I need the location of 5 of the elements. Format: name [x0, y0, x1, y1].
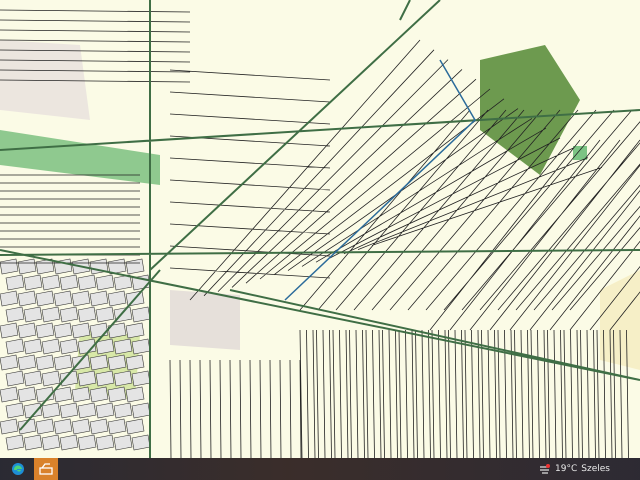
weather-icon: [539, 464, 552, 474]
temperature-text: 19°C: [555, 464, 578, 474]
weather-condition-text: Szeles: [581, 464, 610, 474]
scanner-icon: [39, 463, 53, 475]
browser-icon: [11, 462, 25, 476]
